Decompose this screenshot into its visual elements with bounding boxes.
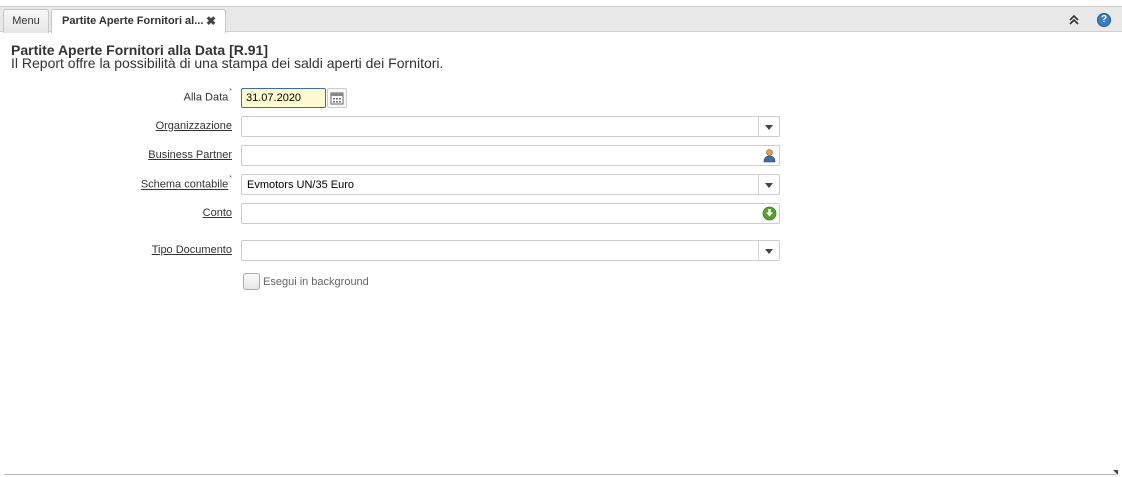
close-icon[interactable]: ✖ bbox=[206, 10, 216, 32]
chevron-down-icon[interactable] bbox=[758, 175, 779, 194]
tab-report-label: Partite Aperte Fornitori al... bbox=[62, 15, 204, 27]
green-arrow-icon[interactable] bbox=[762, 206, 777, 221]
conto-field[interactable] bbox=[241, 203, 780, 224]
report-panel: Partite Aperte Fornitori alla Data [R.91… bbox=[0, 33, 1122, 475]
organizzazione-label[interactable]: Organizzazione bbox=[156, 120, 232, 132]
resize-handle[interactable] bbox=[1113, 470, 1118, 475]
tipo-documento-select[interactable] bbox=[241, 240, 780, 261]
alla-data-field[interactable]: 31.07.2020 bbox=[241, 88, 326, 108]
chevron-down-icon[interactable] bbox=[758, 117, 779, 136]
business-partner-label[interactable]: Business Partner bbox=[148, 149, 232, 161]
background-checkbox[interactable] bbox=[243, 273, 260, 290]
schema-contabile-value: Evmotors UN/35 Euro bbox=[247, 179, 354, 191]
alla-data-value: 31.07.2020 bbox=[246, 92, 302, 104]
required-mark: * bbox=[229, 175, 232, 182]
tab-bar: Menu Partite Aperte Fornitori al... ✖ ? bbox=[0, 6, 1122, 34]
required-mark: * bbox=[229, 88, 232, 95]
person-icon[interactable] bbox=[762, 148, 777, 163]
help-icon[interactable]: ? bbox=[1097, 13, 1111, 27]
schema-contabile-label: Schema contabile* bbox=[141, 175, 232, 191]
schema-contabile-label-text[interactable]: Schema contabile bbox=[141, 179, 228, 191]
alla-data-label-text: Alla Data bbox=[183, 91, 229, 104]
tipo-documento-label[interactable]: Tipo Documento bbox=[152, 244, 232, 256]
business-partner-field[interactable] bbox=[241, 145, 780, 166]
alla-data-label: Alla Data* bbox=[183, 88, 232, 104]
collapse-icon[interactable] bbox=[1068, 14, 1080, 26]
tab-menu[interactable]: Menu bbox=[3, 9, 49, 33]
schema-contabile-select[interactable]: Evmotors UN/35 Euro bbox=[241, 174, 780, 195]
tab-report[interactable]: Partite Aperte Fornitori al... ✖ bbox=[51, 9, 226, 34]
conto-label[interactable]: Conto bbox=[203, 207, 232, 219]
bottom-divider bbox=[4, 474, 1116, 475]
organizzazione-select[interactable] bbox=[241, 116, 780, 137]
background-checkbox-label: Esegui in background bbox=[263, 276, 369, 288]
page-description: Il Report offre la possibilità di una st… bbox=[11, 55, 444, 71]
calendar-icon[interactable] bbox=[327, 88, 347, 108]
chevron-down-icon[interactable] bbox=[758, 241, 779, 260]
